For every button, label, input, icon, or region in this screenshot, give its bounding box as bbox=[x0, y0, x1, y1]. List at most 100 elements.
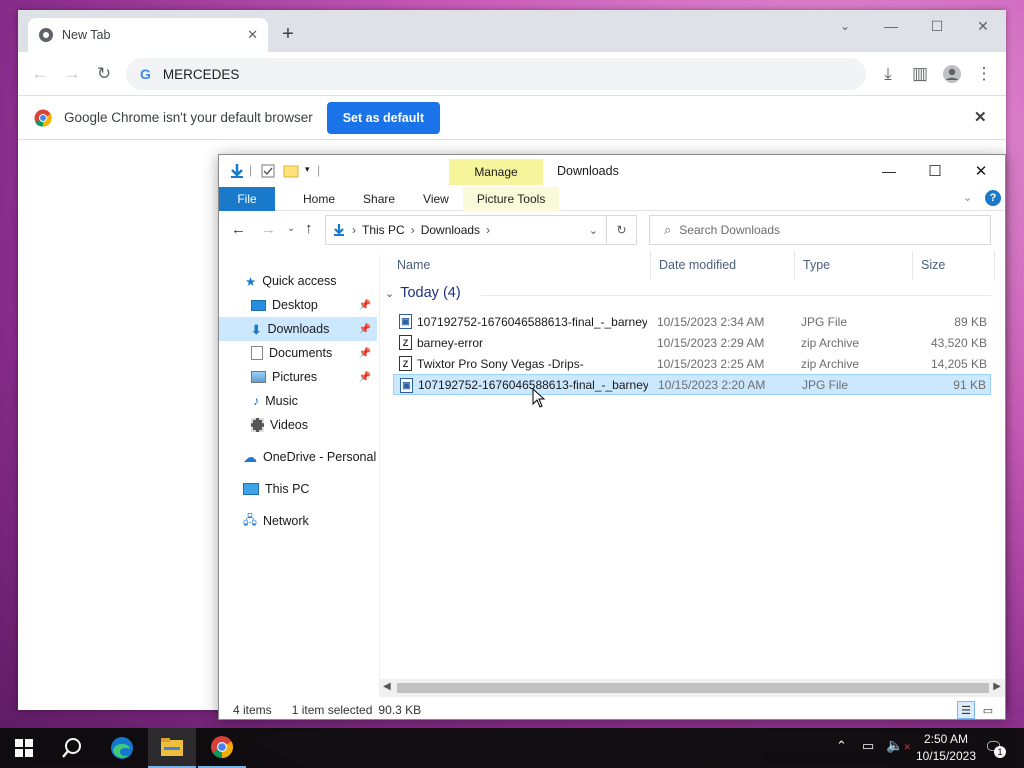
help-icon[interactable]: ? bbox=[985, 190, 1001, 206]
download-icon[interactable]: ⤓ bbox=[876, 62, 900, 86]
tab-title: New Tab bbox=[62, 28, 111, 42]
scroll-left-icon[interactable]: ◀ bbox=[383, 681, 391, 692]
maximize-button[interactable]: ☐ bbox=[914, 10, 960, 42]
menu-kebab-icon[interactable]: ⋮ bbox=[972, 62, 996, 86]
nav-label: Downloads bbox=[267, 322, 330, 336]
scrollbar-thumb[interactable] bbox=[397, 683, 989, 693]
nav-onedrive[interactable]: ☁ OneDrive - Personal bbox=[219, 445, 377, 469]
downloads-arrow-icon: ⬇ bbox=[251, 322, 262, 337]
tab-share[interactable]: Share bbox=[349, 187, 409, 211]
pin-icon[interactable]: 📌 bbox=[359, 372, 371, 383]
file-row[interactable]: Z Twixtor Pro Sony Vegas -Drips- 10/15/2… bbox=[393, 353, 991, 374]
pin-icon[interactable]: 📌 bbox=[359, 348, 371, 359]
nav-network[interactable]: 🖧 Network bbox=[219, 509, 377, 533]
reload-icon[interactable]: ↻ bbox=[92, 62, 116, 86]
forward-arrow-icon[interactable]: → bbox=[261, 221, 276, 238]
network-status-icon[interactable]: ▭ bbox=[862, 738, 874, 754]
column-header-date[interactable]: Date modified bbox=[651, 251, 795, 279]
tab-picture-tools[interactable]: Picture Tools bbox=[462, 186, 560, 211]
horizontal-scrollbar[interactable]: ◀ ▶ bbox=[379, 679, 1005, 697]
explorer-titlebar: | ▾ | Manage Downloads — ☐ ✕ bbox=[219, 155, 1005, 187]
address-dropdown-icon[interactable]: ⌄ bbox=[589, 224, 598, 237]
set-as-default-button[interactable]: Set as default bbox=[326, 101, 440, 134]
refresh-icon[interactable]: ↻ bbox=[607, 215, 637, 245]
tab-search-icon[interactable]: ⌄ bbox=[822, 10, 868, 42]
system-clock[interactable]: 2:50 AM 10/15/2023 bbox=[916, 731, 976, 765]
file-row[interactable]: Z barney-error 10/15/2023 2:29 AM zip Ar… bbox=[393, 332, 991, 353]
maximize-button[interactable]: ☐ bbox=[915, 159, 955, 183]
close-infobar-icon[interactable]: ✕ bbox=[974, 108, 987, 126]
side-panel-icon[interactable]: ▥ bbox=[908, 62, 932, 86]
windows-start-icon[interactable] bbox=[0, 728, 48, 768]
tab-file[interactable]: File bbox=[219, 186, 275, 211]
notification-center-icon[interactable]: 🗨 1 bbox=[984, 738, 1006, 758]
up-arrow-icon[interactable]: ↑ bbox=[305, 220, 313, 237]
column-header-name[interactable]: Name bbox=[389, 251, 651, 279]
qat-dropdown-icon[interactable]: ▾ bbox=[305, 164, 310, 175]
pin-icon[interactable]: 📌 bbox=[359, 300, 371, 311]
breadcrumb-this-pc[interactable]: This PC bbox=[362, 223, 405, 237]
edge-browser-icon[interactable] bbox=[98, 728, 146, 768]
address-row: ← → ⌄ ↑ › This PC › Downloads › ⌄ ↻ ⌕ Se… bbox=[219, 211, 1005, 251]
nav-downloads[interactable]: ⬇ Downloads 📌 bbox=[219, 317, 377, 341]
tab-home[interactable]: Home bbox=[289, 187, 349, 211]
new-folder-icon[interactable] bbox=[283, 163, 299, 179]
properties-icon[interactable] bbox=[261, 164, 275, 178]
close-tab-icon[interactable]: ✕ bbox=[247, 27, 258, 43]
browser-toolbar: ← → ↻ G MERCEDES ⤓ ▥ ⋮ bbox=[18, 52, 1006, 96]
nav-documents[interactable]: Documents 📌 bbox=[219, 341, 377, 365]
pane-divider bbox=[379, 255, 380, 679]
file-size: 89 KB bbox=[954, 314, 987, 329]
omnibox[interactable]: G MERCEDES bbox=[126, 58, 866, 90]
show-hidden-icons-chevron-icon[interactable]: ⌃ bbox=[836, 738, 847, 754]
recent-locations-icon[interactable]: ⌄ bbox=[287, 223, 295, 234]
back-arrow-icon[interactable]: ← bbox=[231, 221, 246, 238]
large-icons-view-icon[interactable]: ▭ bbox=[979, 701, 997, 719]
profile-avatar-icon[interactable] bbox=[940, 62, 964, 86]
address-bar[interactable]: › This PC › Downloads › ⌄ bbox=[325, 215, 607, 245]
nav-this-pc[interactable]: This PC bbox=[219, 477, 377, 501]
tab-new-tab[interactable]: New Tab ✕ bbox=[28, 18, 268, 52]
chevron-down-icon: ⌄ bbox=[385, 287, 395, 300]
volume-muted-icon[interactable]: 🔈✕ bbox=[886, 737, 911, 754]
pin-icon[interactable]: 📌 bbox=[359, 324, 371, 335]
nav-pictures[interactable]: Pictures 📌 bbox=[219, 365, 377, 389]
nav-quick-access[interactable]: ★ Quick access bbox=[219, 269, 377, 293]
nav-videos[interactable]: Videos bbox=[219, 413, 377, 437]
search-input[interactable]: ⌕ Search Downloads bbox=[649, 215, 991, 245]
search-icon[interactable] bbox=[48, 728, 96, 768]
nav-label: Quick access bbox=[262, 274, 337, 288]
column-header-type[interactable]: Type bbox=[795, 251, 913, 279]
minimize-button[interactable]: — bbox=[868, 10, 914, 42]
file-row[interactable]: ▣ 107192752-1676046588613-final_-_barney… bbox=[393, 311, 991, 332]
group-header-today[interactable]: ⌄ Today (4) bbox=[385, 285, 461, 301]
minimize-button[interactable]: — bbox=[869, 159, 909, 183]
omnibox-text[interactable]: MERCEDES bbox=[163, 67, 240, 82]
manage-contextual-tab[interactable]: Manage bbox=[449, 159, 543, 185]
status-item-count: 4 items bbox=[233, 703, 272, 717]
nav-label: OneDrive - Personal bbox=[263, 450, 377, 464]
breadcrumb-chevron-icon: › bbox=[352, 223, 356, 237]
tab-strip: New Tab ✕ + ⌄ — ☐ ✕ bbox=[18, 10, 1006, 52]
file-explorer-taskbar-icon[interactable] bbox=[148, 728, 196, 768]
file-name: Twixtor Pro Sony Vegas -Drips- bbox=[417, 356, 584, 371]
close-window-button[interactable]: ✕ bbox=[960, 10, 1006, 42]
window-title: Downloads bbox=[557, 164, 619, 178]
close-window-button[interactable]: ✕ bbox=[961, 159, 1001, 183]
forward-arrow-icon[interactable]: → bbox=[60, 62, 84, 86]
file-row-selected[interactable]: ▣ 107192752-1676046588613-final_-_barney… bbox=[393, 374, 991, 395]
tab-view[interactable]: View bbox=[409, 187, 463, 211]
ribbon-expand-icon[interactable]: ⌄ bbox=[963, 191, 972, 204]
nav-desktop[interactable]: Desktop 📌 bbox=[219, 293, 377, 317]
nav-music[interactable]: ♪ Music bbox=[219, 389, 377, 413]
details-view-icon[interactable]: ☰ bbox=[957, 701, 975, 719]
chrome-taskbar-icon[interactable] bbox=[198, 728, 246, 768]
column-header-size[interactable]: Size bbox=[913, 251, 995, 279]
back-arrow-icon[interactable]: ← bbox=[28, 62, 52, 86]
cloud-icon: ☁ bbox=[243, 448, 257, 465]
image-file-icon: ▣ bbox=[399, 314, 412, 329]
breadcrumb-downloads[interactable]: Downloads bbox=[421, 223, 480, 237]
new-tab-button[interactable]: + bbox=[276, 22, 300, 46]
scroll-right-icon[interactable]: ▶ bbox=[993, 681, 1001, 692]
breadcrumb-chevron-icon[interactable]: › bbox=[486, 223, 490, 237]
